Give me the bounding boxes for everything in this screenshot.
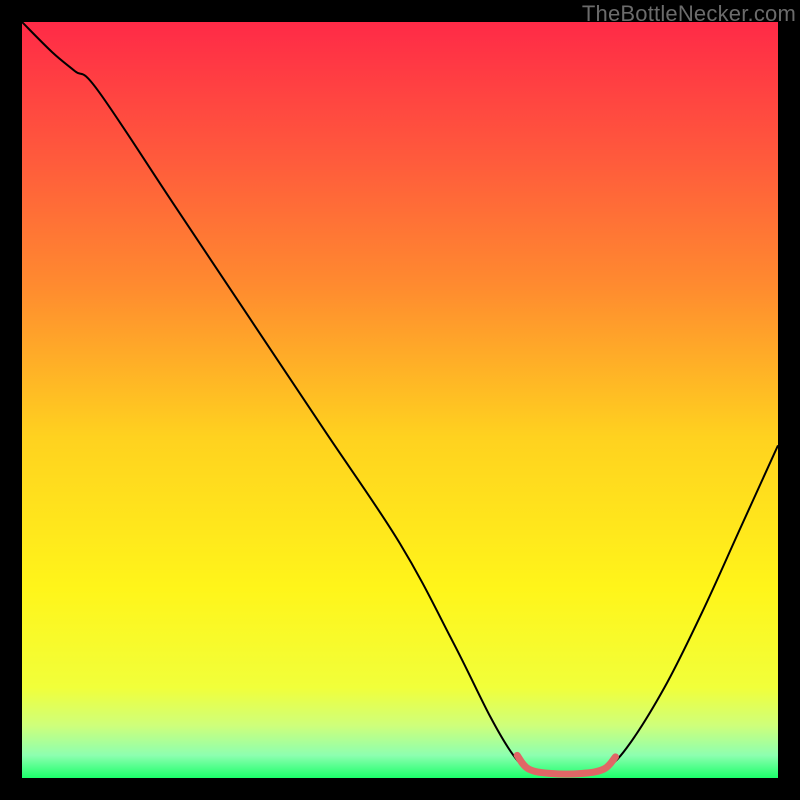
chart-frame (22, 22, 778, 778)
gradient-background (22, 22, 778, 778)
watermark-text: TheBottleNecker.com (582, 1, 796, 27)
chart-svg (22, 22, 778, 778)
